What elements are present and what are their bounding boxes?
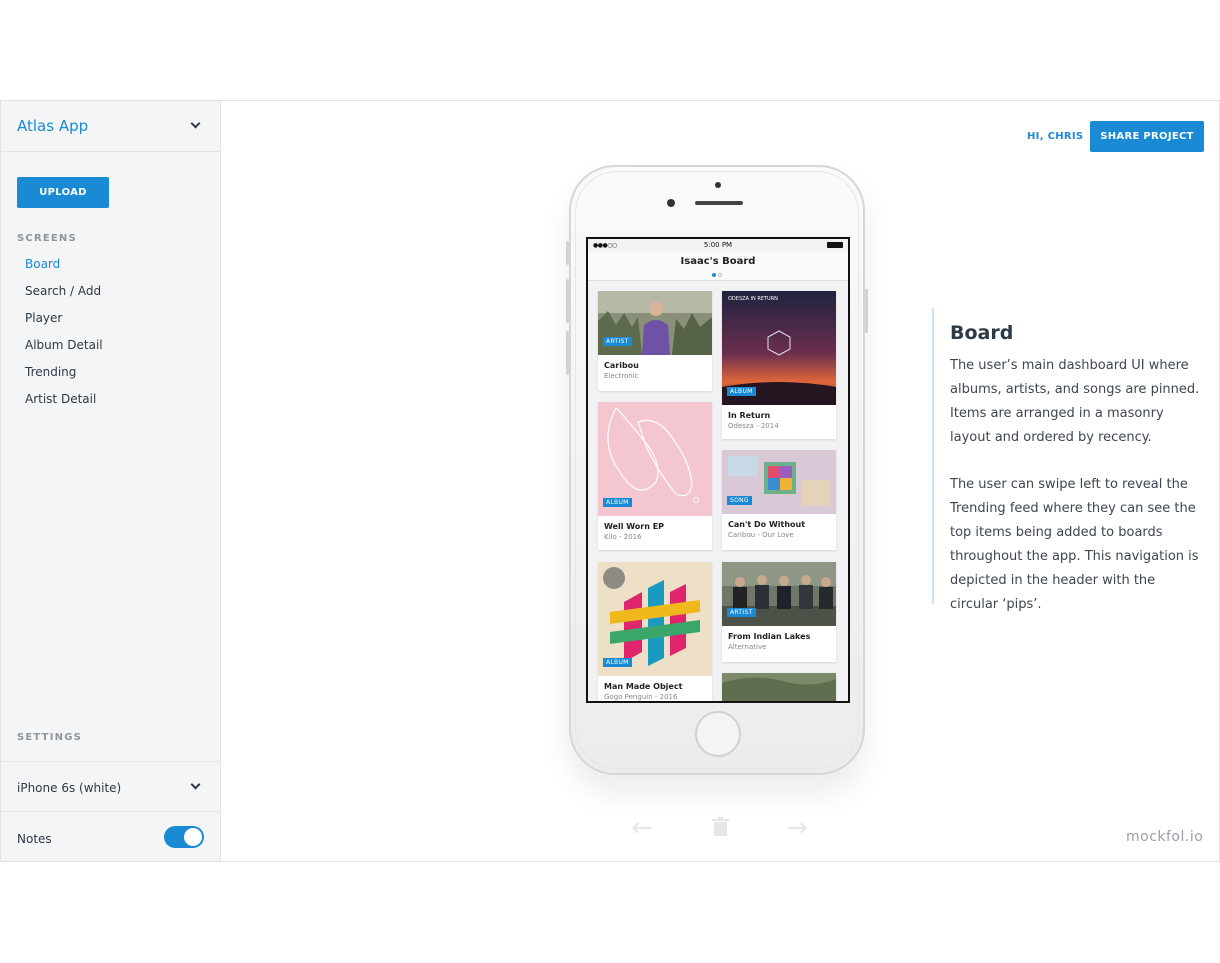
card-title: From Indian Lakes [728, 632, 811, 641]
card-subtitle: Electronic [604, 372, 639, 380]
card-title: Well Worn EP [604, 522, 665, 531]
card-title: Caribou [604, 361, 639, 370]
chevron-down-icon [190, 118, 201, 129]
notes-paragraph-2: The user can swipe left to reveal the Tr… [950, 477, 1199, 612]
notes-rule [932, 308, 934, 604]
board-card-caribou[interactable]: ARTIST Caribou Electronic [598, 291, 712, 391]
screen-item-player[interactable]: Player [25, 311, 62, 325]
board-header: Isaac's Board [588, 251, 848, 281]
volume-down-button [566, 331, 569, 375]
board-card-partial[interactable] [722, 673, 836, 701]
app-frame: Atlas App UPLOAD SCREENS Board Search / … [0, 100, 1220, 862]
earpiece-speaker [695, 201, 743, 205]
card-subtitle: Caribou - Our Love [728, 531, 794, 539]
notes-paragraph-1: The user’s main dashboard UI where album… [950, 358, 1200, 445]
card-tag: ARTIST [727, 608, 756, 617]
settings-section-label: SETTINGS [17, 732, 83, 743]
card-subtitle: Kilo - 2016 [604, 533, 642, 541]
upload-button[interactable]: UPLOAD [17, 177, 109, 208]
board-card-in-return[interactable]: ODESZA IN RETURN ALBUM In Return Odesza … [722, 291, 836, 439]
chevron-down-icon [190, 779, 201, 790]
trash-icon[interactable] [712, 817, 729, 836]
screen-item-album-detail[interactable]: Album Detail [25, 338, 103, 352]
user-greeting[interactable]: HI, CHRIS [1027, 131, 1083, 142]
board-card-well-worn-ep[interactable]: ALBUM Well Worn EP Kilo - 2016 [598, 402, 712, 550]
battery-icon [827, 242, 843, 248]
card-subtitle: Odesza - 2014 [728, 422, 779, 430]
card-title: Can't Do Without [728, 520, 806, 529]
arrow-left-icon[interactable]: ← [631, 813, 653, 843]
power-button [865, 289, 868, 333]
album-art-text: ODESZA IN RETURN [728, 296, 778, 302]
proximity-sensor [667, 199, 675, 207]
notes-toggle[interactable] [164, 826, 204, 848]
screen-item-search-add[interactable]: Search / Add [25, 284, 101, 298]
status-time: 5:00 PM [703, 241, 733, 249]
device-label: iPhone 6s (white) [17, 781, 122, 795]
screen-item-trending[interactable]: Trending [25, 365, 76, 379]
app-selector[interactable]: Atlas App [1, 101, 220, 152]
share-project-button[interactable]: SHARE PROJECT [1090, 121, 1204, 152]
watermark: mockfol.io [1126, 829, 1204, 845]
screen-item-board[interactable]: Board [25, 257, 60, 271]
front-camera [715, 182, 721, 188]
card-image-partial [722, 673, 836, 701]
iphone-mockup: ●●●○○ 5:00 PM Isaac's Board ARTIST Carib… [566, 165, 868, 775]
board-title: Isaac's Board [680, 256, 756, 267]
notes-title: Board [950, 322, 1014, 344]
home-button[interactable] [695, 711, 741, 757]
phone-screen[interactable]: ●●●○○ 5:00 PM Isaac's Board ARTIST Carib… [586, 237, 850, 703]
card-tag: ALBUM [603, 658, 632, 667]
app-title: Atlas App [17, 117, 89, 135]
mute-switch [566, 241, 569, 265]
board-card-from-indian-lakes[interactable]: ARTIST From Indian Lakes Alternative [722, 562, 836, 662]
toggle-knob [184, 828, 202, 846]
screen-item-artist-detail[interactable]: Artist Detail [25, 392, 96, 406]
status-bar: ●●●○○ 5:00 PM [588, 239, 848, 251]
card-tag: ALBUM [727, 387, 756, 396]
card-tag: ARTIST [603, 337, 632, 346]
pip-inactive[interactable] [718, 273, 722, 277]
notes-label: Notes [17, 832, 52, 846]
card-subtitle: Gogo Penguin - 2016 [604, 693, 678, 701]
card-title: Man Made Object [604, 682, 683, 691]
volume-up-button [566, 279, 569, 323]
device-selector[interactable]: iPhone 6s (white) [1, 761, 220, 812]
card-title: In Return [728, 411, 771, 420]
pip-active[interactable] [712, 273, 716, 277]
card-tag: ALBUM [603, 498, 632, 507]
sidebar: Atlas App UPLOAD SCREENS Board Search / … [1, 101, 221, 861]
arrow-right-icon[interactable]: → [786, 813, 808, 843]
board-card-man-made-object[interactable]: ALBUM Man Made Object Gogo Penguin - 201… [598, 562, 712, 701]
card-subtitle: Alternative [728, 643, 767, 651]
card-tag: SONG [727, 496, 752, 505]
screens-section-label: SCREENS [17, 233, 77, 244]
board-card-cant-do-without[interactable]: SONG Can't Do Without Caribou - Our Love [722, 450, 836, 550]
